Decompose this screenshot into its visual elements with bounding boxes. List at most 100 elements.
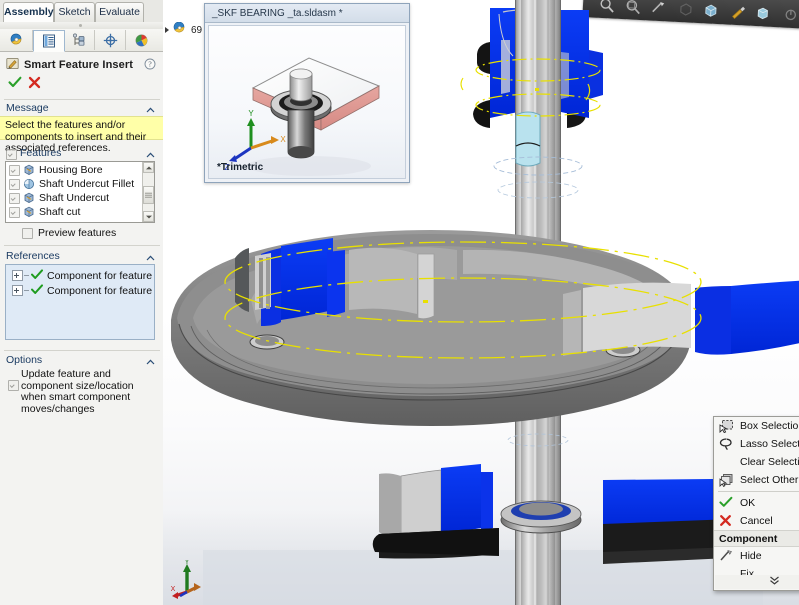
- select-other-icon: [719, 473, 734, 488]
- help-question-icon[interactable]: ?: [144, 58, 156, 73]
- features-group-label: Features: [20, 147, 62, 159]
- options-group-header[interactable]: Options: [0, 354, 163, 368]
- menu-item-label: Cancel: [740, 515, 773, 527]
- feature-fillet-icon: [23, 178, 35, 190]
- list-item-label: Shaft Undercut Fillet: [39, 178, 135, 190]
- tab-evaluate[interactable]: Evaluate: [95, 2, 144, 22]
- features-group-header[interactable]: Features: [0, 147, 163, 161]
- green-check-icon: [31, 268, 43, 283]
- property-manager-tab[interactable]: [33, 30, 65, 52]
- list-item[interactable]: Shaft cut: [6, 205, 154, 219]
- scroll-down-button[interactable]: [143, 211, 154, 222]
- tab-assembly[interactable]: Assembly: [3, 2, 54, 22]
- references-tree-box[interactable]: Component for feature Component for feat…: [5, 264, 155, 340]
- expand-icon[interactable]: [12, 285, 23, 296]
- list-item-label: Shaft cut: [39, 206, 81, 218]
- options-update-checkbox[interactable]: [8, 380, 19, 391]
- double-chevron-down-icon: [769, 576, 780, 588]
- menu-item-label: Box Selection: [740, 420, 799, 432]
- menu-item-hide[interactable]: Hide: [714, 547, 799, 565]
- cancel-button[interactable]: [28, 76, 41, 92]
- menu-item-label: Select Other: [740, 474, 799, 486]
- collapse-handle[interactable]: [79, 24, 82, 27]
- list-item-label: Shaft Undercut: [39, 192, 110, 204]
- green-check-icon: [31, 283, 43, 298]
- smart-feature-insert-icon: [6, 57, 19, 73]
- list-item[interactable]: Component for feature: [6, 283, 154, 298]
- menu-item-select-other[interactable]: Select Other: [714, 471, 799, 489]
- preview-window[interactable]: _SKF BEARING _ta.sldasm * Y Z X *Trimetr…: [204, 3, 410, 183]
- scrollbar-thumb[interactable]: [143, 186, 154, 204]
- menu-section-label: Component: [719, 532, 778, 545]
- feature-checkbox[interactable]: [9, 192, 20, 204]
- dimxpert-icon: [103, 33, 117, 47]
- expand-icon[interactable]: [12, 270, 23, 281]
- origin-triad: Y X: [171, 560, 201, 599]
- list-item[interactable]: Component for feature: [6, 268, 154, 283]
- chevron-up-icon: [146, 356, 155, 368]
- list-item[interactable]: Housing Bore: [6, 163, 154, 177]
- references-group-header[interactable]: References: [0, 250, 163, 264]
- command-manager-tabs: Assembly Sketch Evaluate: [0, 0, 163, 23]
- tree-connector: [24, 290, 29, 291]
- options-update-row[interactable]: Update feature and component size/locati…: [0, 368, 163, 414]
- svg-text:X: X: [280, 135, 286, 144]
- preview-window-body[interactable]: Y Z X *Trimetric: [208, 25, 406, 179]
- dimxpert-manager-tab[interactable]: [95, 30, 126, 50]
- feature-checkbox[interactable]: [9, 178, 20, 190]
- options-update-label: Update feature and component size/locati…: [21, 368, 134, 415]
- message-group-label: Message: [6, 102, 49, 114]
- preview-features-checkbox[interactable]: [22, 227, 33, 239]
- menu-item-label: Hide: [740, 550, 762, 562]
- preview-view-label: *Trimetric: [217, 162, 264, 173]
- tree-connector: [24, 275, 29, 276]
- feature-checkbox[interactable]: [9, 206, 20, 218]
- lasso-selection-icon: [719, 437, 734, 451]
- property-manager-icon: [43, 34, 55, 48]
- features-scrollbar[interactable]: [142, 162, 154, 222]
- menu-item-clear-selections[interactable]: Clear Selections: [714, 453, 799, 471]
- menu-item-ok[interactable]: OK: [714, 494, 799, 512]
- menu-expand-button[interactable]: [715, 575, 799, 589]
- menu-item-label: OK: [740, 497, 756, 509]
- features-listbox[interactable]: Housing Bore Shaft Undercut Fillet Shaft…: [5, 161, 155, 223]
- preview-features-row[interactable]: Preview features: [22, 227, 116, 239]
- menu-item-cancel[interactable]: Cancel: [714, 512, 799, 530]
- chevron-up-icon: [146, 104, 155, 116]
- manager-tab-bar: [0, 29, 163, 52]
- features-group-checkbox[interactable]: [6, 149, 17, 160]
- preview-features-label: Preview features: [38, 227, 117, 239]
- list-item-label: Housing Bore: [39, 164, 103, 176]
- configuration-manager-tab[interactable]: [64, 30, 95, 50]
- tab-sketch[interactable]: Sketch: [54, 2, 95, 22]
- display-manager-tab[interactable]: [126, 30, 156, 50]
- box-selection-icon: [719, 419, 734, 434]
- references-group-label: References: [6, 250, 60, 262]
- list-item[interactable]: Shaft Undercut Fillet: [6, 177, 154, 191]
- red-x-icon: [719, 514, 734, 528]
- accept-button[interactable]: [8, 76, 22, 92]
- left-panel: Assembly Sketch Evaluate Smart Feature I…: [0, 0, 164, 605]
- menu-item-box-selection[interactable]: Box Selection: [714, 417, 799, 435]
- preview-window-title: _SKF BEARING _ta.sldasm *: [205, 4, 409, 23]
- menu-item-lasso-selection[interactable]: Lasso Selection: [714, 435, 799, 453]
- list-item[interactable]: Shaft Undercut: [6, 191, 154, 205]
- graphics-viewport[interactable]: 69 _SKF BEARING _ta.sldasm * Y Z X *Trim…: [163, 0, 799, 605]
- message-text: Select the features and/or components to…: [0, 116, 163, 154]
- context-menu[interactable]: Box Selection Lasso Selection Clear Sele…: [713, 416, 799, 591]
- property-manager-action-row: [0, 75, 163, 93]
- list-item-label: Component for feature: [47, 269, 153, 282]
- preview-model: Y Z X: [225, 57, 381, 176]
- options-group-label: Options: [6, 354, 43, 366]
- message-group-header[interactable]: Message: [0, 102, 163, 116]
- hide-component-icon: [719, 549, 734, 563]
- scroll-up-button[interactable]: [143, 162, 154, 173]
- feature-manager-tree-tab[interactable]: [2, 30, 33, 50]
- feature-checkbox[interactable]: [9, 164, 20, 176]
- feature-cut-icon: [23, 164, 35, 176]
- display-manager-icon: [135, 34, 147, 46]
- menu-item-label: Lasso Selection: [740, 438, 799, 450]
- property-manager-title-text: Smart Feature Insert: [24, 58, 133, 71]
- menu-separator: [718, 491, 799, 492]
- green-check-icon: [719, 496, 734, 510]
